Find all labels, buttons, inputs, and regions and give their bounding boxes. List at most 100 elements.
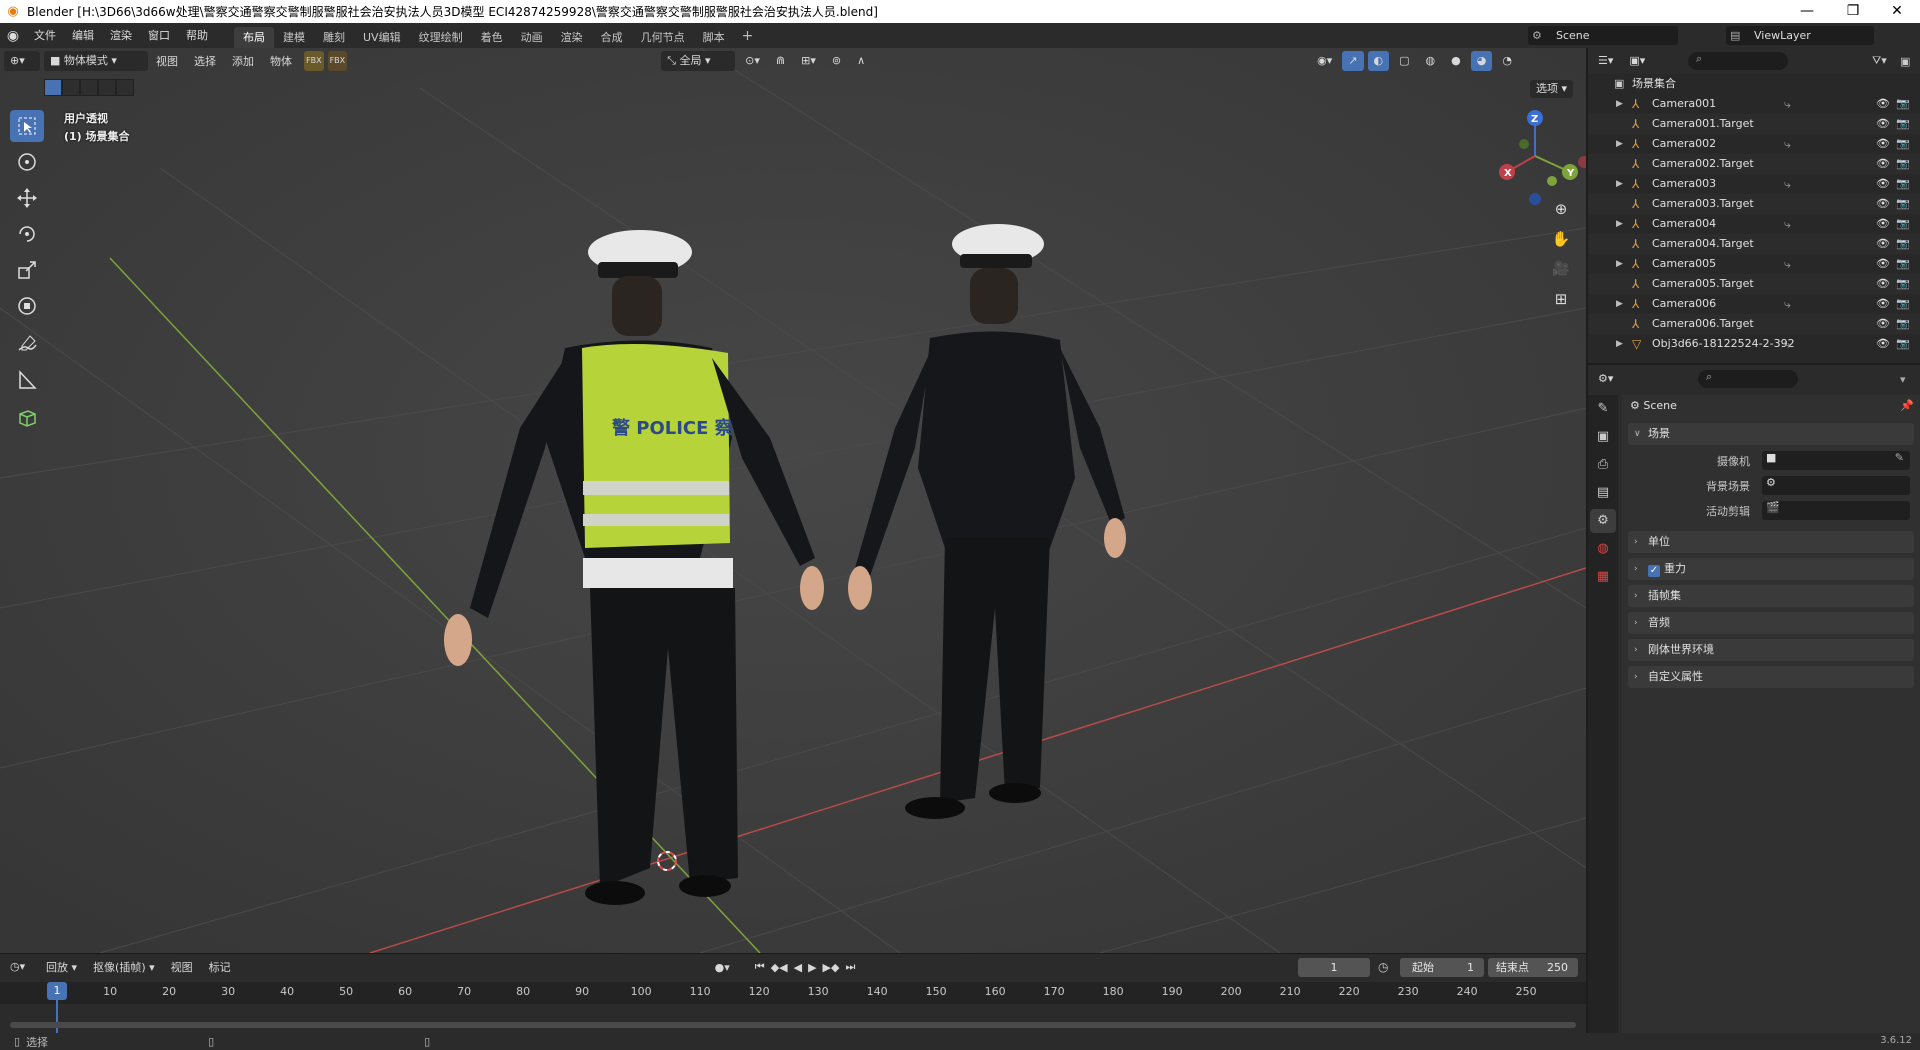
outliner-editor-type-icon[interactable]: ☰▾ (1592, 51, 1619, 71)
render-camera-icon[interactable]: 📷 (1896, 194, 1910, 214)
outliner-search-input[interactable]: ⌕ (1688, 52, 1788, 70)
panel-custom-properties[interactable]: › 自定义属性 (1628, 666, 1914, 688)
move-icon[interactable] (10, 182, 44, 214)
eye-icon[interactable]: 👁 (1876, 254, 1890, 274)
active-clip-field[interactable]: 🎬 (1762, 501, 1910, 520)
pan-hand-icon[interactable]: ✋ (1548, 226, 1574, 252)
background-scene-field[interactable]: ⚙ (1762, 476, 1910, 495)
tab-layout[interactable]: 布局 (234, 27, 274, 48)
properties-editor-type-icon[interactable]: ⚙▾ (1592, 369, 1619, 389)
eye-icon[interactable]: 👁 (1876, 234, 1890, 254)
jump-start-icon[interactable]: ⏮ (752, 960, 768, 974)
render-tab-icon[interactable]: ▣ (1590, 425, 1616, 449)
fbx-import-icon[interactable]: FBX (304, 51, 324, 71)
eye-icon[interactable]: 👁 (1876, 334, 1890, 354)
outliner-item[interactable]: ⅄ Camera001.Target 👁 📷 (1588, 114, 1920, 134)
tab-uv-editing[interactable]: UV编辑 (354, 27, 410, 48)
outliner-item[interactable]: ⅄ Camera005.Target 👁 📷 (1588, 274, 1920, 294)
render-camera-icon[interactable]: 📷 (1896, 134, 1910, 154)
outliner-item[interactable]: ▶ ⅄ Camera003 ⤷ 👁 📷 (1588, 174, 1920, 194)
panel-rigid-body-world[interactable]: › 刚体世界环境 (1628, 639, 1914, 661)
expand-arrow-icon[interactable]: ▶ (1616, 334, 1623, 354)
scale-icon[interactable] (10, 254, 44, 286)
start-frame-field[interactable]: 起始 1 (1400, 958, 1484, 977)
annotate-icon[interactable] (10, 328, 44, 360)
material-shading-icon[interactable]: ◕ (1470, 51, 1493, 71)
object-mode-dropdown[interactable]: ■ 物体模式 ▾ (44, 51, 148, 71)
snap-icon[interactable]: ⋒ (770, 51, 791, 71)
perspective-toggle-icon[interactable]: ⊞ (1548, 286, 1574, 312)
transform-icon[interactable] (10, 290, 44, 322)
transform-orientation-dropdown[interactable]: ⤡ 全局 ▾ (661, 51, 736, 71)
editor-type-icon[interactable]: ⊕▾ (4, 51, 40, 71)
eye-icon[interactable]: 👁 (1876, 294, 1890, 314)
expand-arrow-icon[interactable]: ▶ (1616, 134, 1623, 154)
properties-search-input[interactable]: ⌕ (1698, 370, 1798, 388)
tab-shading[interactable]: 着色 (472, 27, 512, 48)
3d-viewport[interactable]: 警 POLICE 察 ⊕▾ ■ 物体模式 ▾ 视图 选择 添加 物体 FBX F… (0, 48, 1586, 953)
tab-modeling[interactable]: 建模 (274, 27, 314, 48)
output-tab-icon[interactable]: ⎙ (1590, 453, 1616, 477)
tab-rendering[interactable]: 渲染 (552, 27, 592, 48)
eye-icon[interactable]: 👁 (1876, 154, 1890, 174)
next-keyframe-icon[interactable]: ▶◆ (820, 961, 843, 974)
measure-icon[interactable] (10, 364, 44, 396)
fbx-export-icon[interactable]: FBX (327, 51, 348, 71)
tab-sculpting[interactable]: 雕刻 (314, 27, 354, 48)
menu-add[interactable]: 添加 (224, 53, 262, 69)
xray-icon[interactable]: ▢ (1393, 51, 1415, 71)
panel-keying-sets[interactable]: › 插帧集 (1628, 585, 1914, 607)
outliner-item[interactable]: ⅄ Camera002.Target 👁 📷 (1588, 154, 1920, 174)
eyedropper-icon[interactable]: ✎ (1895, 451, 1904, 464)
outliner-item[interactable]: ▶ ▽ Obj3d66-18122524-2-392 ⤷ 👁 📷 (1588, 334, 1920, 354)
render-camera-icon[interactable]: 📷 (1896, 234, 1910, 254)
outliner-item[interactable]: ▶ ⅄ Camera005 ⤷ 👁 📷 (1588, 254, 1920, 274)
tab-animation[interactable]: 动画 (512, 27, 552, 48)
panel-units[interactable]: › 单位 (1628, 531, 1914, 553)
blender-menu-icon[interactable]: ◉ (0, 28, 26, 44)
playhead[interactable]: 1 (47, 982, 67, 1000)
new-collection-icon[interactable]: ▣ (1900, 55, 1910, 68)
render-camera-icon[interactable]: 📷 (1896, 154, 1910, 174)
outliner-item[interactable]: ▶ ⅄ Camera006 ⤷ 👁 📷 (1588, 294, 1920, 314)
falloff-icon[interactable]: ∧ (851, 51, 871, 71)
expand-arrow-icon[interactable]: ▶ (1616, 294, 1623, 314)
eye-icon[interactable]: 👁 (1876, 114, 1890, 134)
menu-window[interactable]: 窗口 (140, 23, 178, 48)
scene-selector[interactable]: ⚙ Scene (1528, 26, 1678, 45)
menu-timeline-view[interactable]: 视图 (163, 959, 201, 975)
render-camera-icon[interactable]: 📷 (1896, 294, 1910, 314)
menu-view[interactable]: 视图 (148, 53, 186, 69)
texture-tab-icon[interactable]: ▦ (1590, 565, 1616, 589)
menu-edit[interactable]: 编辑 (64, 23, 102, 48)
menu-render[interactable]: 渲染 (102, 23, 140, 48)
render-camera-icon[interactable]: 📷 (1896, 274, 1910, 294)
minimize-button[interactable]: — (1784, 0, 1830, 23)
outliner-item[interactable]: ⅄ Camera003.Target 👁 📷 (1588, 194, 1920, 214)
add-workspace-button[interactable]: + (734, 28, 762, 44)
outliner-item[interactable]: ⅄ Camera004.Target 👁 📷 (1588, 234, 1920, 254)
render-camera-icon[interactable]: 📷 (1896, 254, 1910, 274)
select-extend-icon[interactable] (62, 79, 80, 96)
eye-icon[interactable]: 👁 (1876, 314, 1890, 334)
outliner-item[interactable]: ▶ ⅄ Camera001 ⤷ 👁 📷 (1588, 94, 1920, 114)
filter-icon[interactable]: ⛛▾ (1872, 54, 1887, 68)
gizmo-toggle-icon[interactable]: ↗ (1342, 51, 1364, 71)
pivot-point-icon[interactable]: ⊙▾ (739, 51, 766, 71)
tool-tab-icon[interactable]: ✎ (1590, 397, 1616, 421)
menu-help[interactable]: 帮助 (178, 23, 216, 48)
render-camera-icon[interactable]: 📷 (1896, 334, 1910, 354)
panel-scene[interactable]: ∨ 场景 (1628, 423, 1914, 445)
select-box-icon[interactable] (10, 110, 44, 142)
panel-gravity[interactable]: › ✓ 重力 (1628, 558, 1914, 580)
outliner-root[interactable]: ▣ 场景集合 (1588, 74, 1920, 94)
scene-tab-icon[interactable]: ⚙ (1590, 509, 1616, 533)
eye-icon[interactable]: 👁 (1876, 194, 1890, 214)
jump-end-icon[interactable]: ⏭ (842, 960, 858, 974)
outliner-item[interactable]: ⅄ Camera006.Target 👁 📷 (1588, 314, 1920, 334)
timeline-editor-type-icon[interactable]: ◷▾ (4, 957, 38, 977)
select-subtract-icon[interactable] (80, 79, 98, 96)
render-camera-icon[interactable]: 📷 (1896, 214, 1910, 234)
close-button[interactable]: ✕ (1874, 0, 1920, 23)
options-dropdown[interactable]: 选项 ▾ (1530, 80, 1574, 98)
